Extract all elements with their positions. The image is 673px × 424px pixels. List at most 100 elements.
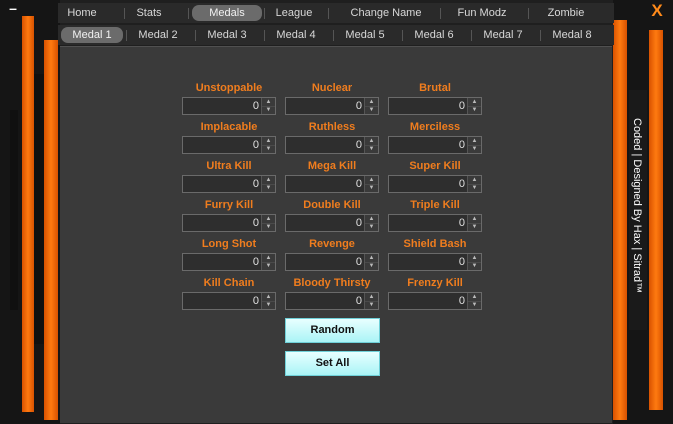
medal-count-stepper[interactable]: 0 ▲ ▼ xyxy=(388,253,482,271)
tab-zombie[interactable]: Zombie xyxy=(532,5,600,21)
medal-count-stepper[interactable]: 0 ▲ ▼ xyxy=(182,253,276,271)
medal-count-stepper[interactable]: 0 ▲ ▼ xyxy=(182,175,276,193)
medal-count-stepper[interactable]: 0 ▲ ▼ xyxy=(285,253,379,271)
decrement-icon[interactable]: ▼ xyxy=(262,223,275,231)
stepper-arrows: ▲ ▼ xyxy=(467,176,481,192)
decrement-icon[interactable]: ▼ xyxy=(262,262,275,270)
stepper-arrows: ▲ ▼ xyxy=(364,137,378,153)
medal-count-stepper[interactable]: 0 ▲ ▼ xyxy=(182,214,276,232)
tab-medal-8[interactable]: Medal 8 xyxy=(544,27,600,43)
medal-count-stepper[interactable]: 0 ▲ ▼ xyxy=(388,136,482,154)
medal-label: Merciless xyxy=(409,121,461,133)
stepper-arrows: ▲ ▼ xyxy=(467,293,481,309)
medal-label: Mega Kill xyxy=(307,160,357,172)
close-button[interactable]: X xyxy=(648,2,666,20)
stepper-arrows: ▲ ▼ xyxy=(364,293,378,309)
medal-label: Revenge xyxy=(309,238,355,250)
stepper-arrows: ▲ ▼ xyxy=(261,137,275,153)
medal-label: Brutal xyxy=(419,82,451,94)
medal-count-value: 0 xyxy=(458,256,465,268)
medal-count-stepper[interactable]: 0 ▲ ▼ xyxy=(285,136,379,154)
medal-label: Triple Kill xyxy=(410,199,460,211)
medal-count-stepper[interactable]: 0 ▲ ▼ xyxy=(285,292,379,310)
tab-medal-6[interactable]: Medal 6 xyxy=(406,27,462,43)
decrement-icon[interactable]: ▼ xyxy=(468,223,481,231)
medal-count-stepper[interactable]: 0 ▲ ▼ xyxy=(388,175,482,193)
tab-medals[interactable]: Medals xyxy=(192,5,262,21)
app-window: – X Coded | Designed By Hax | Sitrad™ Ho… xyxy=(0,0,673,424)
medal-count-value: 0 xyxy=(355,178,362,190)
decrement-icon[interactable]: ▼ xyxy=(262,145,275,153)
tab-stats[interactable]: Stats xyxy=(128,5,170,21)
medal-subnav: Medal 1 Medal 2 Medal 3 Medal 4 Medal 5 … xyxy=(58,25,614,45)
decrement-icon[interactable]: ▼ xyxy=(365,301,378,309)
decrement-icon[interactable]: ▼ xyxy=(365,223,378,231)
medal-count-value: 0 xyxy=(355,139,362,151)
side-credit-text: Coded | Designed By Hax | Sitrad™ xyxy=(631,118,643,294)
tab-change-name[interactable]: Change Name xyxy=(338,5,434,21)
medal-label: Shield Bash xyxy=(403,238,467,250)
stepper-arrows: ▲ ▼ xyxy=(261,293,275,309)
random-button[interactable]: Random xyxy=(285,318,380,343)
tab-fun-modz[interactable]: Fun Modz xyxy=(444,5,520,21)
stepper-arrows: ▲ ▼ xyxy=(467,137,481,153)
stepper-arrows: ▲ ▼ xyxy=(364,176,378,192)
medal-label: Frenzy Kill xyxy=(407,277,463,289)
decrement-icon[interactable]: ▼ xyxy=(365,184,378,192)
medal-label: Double Kill xyxy=(303,199,361,211)
medal-count-value: 0 xyxy=(252,178,259,190)
tab-medal-1[interactable]: Medal 1 xyxy=(61,27,123,43)
medal-count-value: 0 xyxy=(458,178,465,190)
stepper-arrows: ▲ ▼ xyxy=(467,98,481,114)
medal-count-stepper[interactable]: 0 ▲ ▼ xyxy=(285,214,379,232)
medal-count-value: 0 xyxy=(355,295,362,307)
medal-count-value: 0 xyxy=(458,217,465,229)
decrement-icon[interactable]: ▼ xyxy=(365,106,378,114)
tab-medal-4[interactable]: Medal 4 xyxy=(268,27,324,43)
stepper-arrows: ▲ ▼ xyxy=(261,254,275,270)
tab-medal-3[interactable]: Medal 3 xyxy=(199,27,255,43)
decrement-icon[interactable]: ▼ xyxy=(365,145,378,153)
medal-count-value: 0 xyxy=(458,139,465,151)
decrement-icon[interactable]: ▼ xyxy=(262,301,275,309)
medal-count-stepper[interactable]: 0 ▲ ▼ xyxy=(285,175,379,193)
medal-count-stepper[interactable]: 0 ▲ ▼ xyxy=(182,136,276,154)
set-all-button[interactable]: Set All xyxy=(285,351,380,376)
left-rail xyxy=(0,0,60,424)
decrement-icon[interactable]: ▼ xyxy=(468,301,481,309)
side-credit: Coded | Designed By Hax | Sitrad™ xyxy=(629,118,645,318)
decrement-icon[interactable]: ▼ xyxy=(262,184,275,192)
medal-count-value: 0 xyxy=(252,256,259,268)
tab-league[interactable]: League xyxy=(268,5,320,21)
stepper-arrows: ▲ ▼ xyxy=(467,254,481,270)
tab-medal-7[interactable]: Medal 7 xyxy=(475,27,531,43)
medal-count-stepper[interactable]: 0 ▲ ▼ xyxy=(182,292,276,310)
medal-count-value: 0 xyxy=(355,100,362,112)
medal-count-stepper[interactable]: 0 ▲ ▼ xyxy=(388,214,482,232)
medal-count-value: 0 xyxy=(355,217,362,229)
medal-count-value: 0 xyxy=(458,100,465,112)
medal-label: Ultra Kill xyxy=(206,160,252,172)
medal-count-stepper[interactable]: 0 ▲ ▼ xyxy=(182,97,276,115)
medal-count-stepper[interactable]: 0 ▲ ▼ xyxy=(388,292,482,310)
decrement-icon[interactable]: ▼ xyxy=(468,106,481,114)
medal-label: Long Shot xyxy=(201,238,257,250)
tab-medal-2[interactable]: Medal 2 xyxy=(130,27,186,43)
tab-home[interactable]: Home xyxy=(60,5,104,21)
medal-count-value: 0 xyxy=(252,217,259,229)
minimize-button[interactable]: – xyxy=(6,1,20,15)
stepper-arrows: ▲ ▼ xyxy=(261,98,275,114)
medal-label: Bloody Thirsty xyxy=(293,277,371,289)
decrement-icon[interactable]: ▼ xyxy=(468,145,481,153)
decrement-icon[interactable]: ▼ xyxy=(468,262,481,270)
stepper-arrows: ▲ ▼ xyxy=(364,215,378,231)
stepper-arrows: ▲ ▼ xyxy=(261,176,275,192)
medal-count-stepper[interactable]: 0 ▲ ▼ xyxy=(285,97,379,115)
medal-label: Super Kill xyxy=(409,160,461,172)
tab-medal-5[interactable]: Medal 5 xyxy=(337,27,393,43)
stepper-arrows: ▲ ▼ xyxy=(364,254,378,270)
decrement-icon[interactable]: ▼ xyxy=(468,184,481,192)
medal-count-stepper[interactable]: 0 ▲ ▼ xyxy=(388,97,482,115)
decrement-icon[interactable]: ▼ xyxy=(365,262,378,270)
decrement-icon[interactable]: ▼ xyxy=(262,106,275,114)
